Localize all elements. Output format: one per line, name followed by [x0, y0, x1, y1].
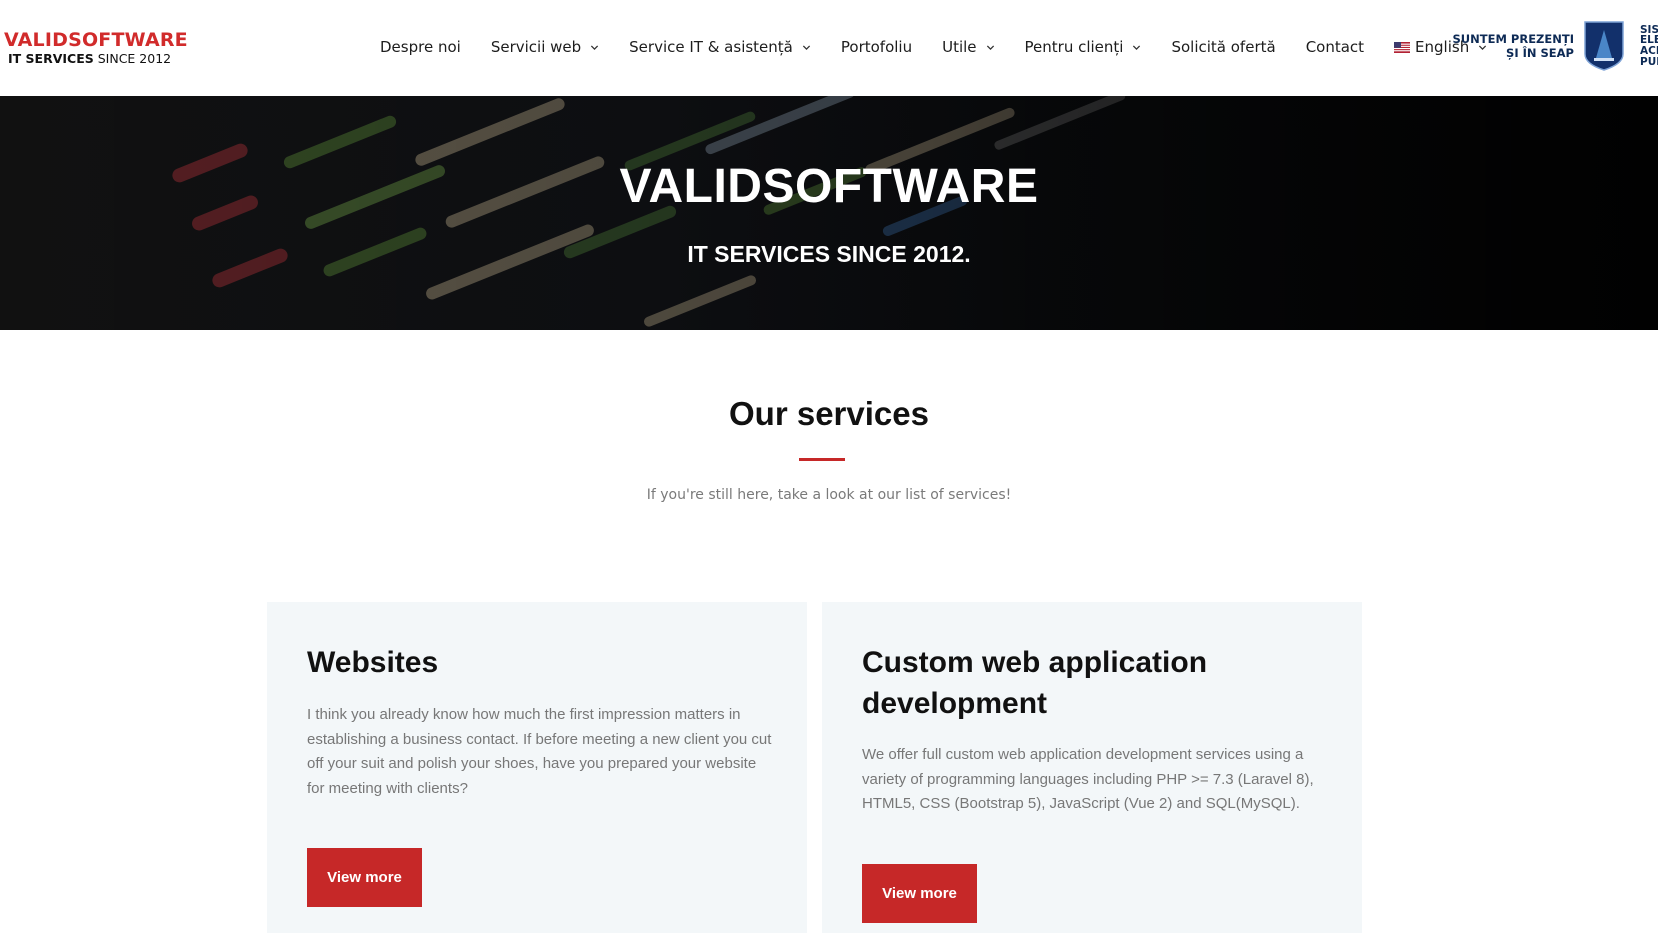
seap-side-text: SIST ELEC ACHI PUBL — [1640, 25, 1658, 68]
nav-item-label: Contact — [1305, 38, 1365, 56]
nav-item-label: Utile — [942, 38, 977, 56]
seap-side-line: PUBL — [1640, 55, 1658, 68]
seap-line-2: ȘI ÎN SEAP — [1506, 46, 1574, 60]
site-logo[interactable]: VALIDSOFTWARE IT SERVICES SINCE 2012 — [4, 31, 188, 66]
nav-item-label: Solicită ofertă — [1171, 38, 1276, 56]
nav-item-utile[interactable]: Utile — [942, 38, 994, 56]
nav-item-label: Despre noi — [380, 38, 461, 56]
nav-item-portofoliu[interactable]: Portofoliu — [841, 38, 912, 56]
service-card-text: I think you already know how much the fi… — [307, 706, 772, 797]
service-card-title: Websites — [307, 646, 439, 679]
logo-tagline-rest: SINCE 2012 — [93, 51, 172, 66]
seap-badge-link[interactable]: SUNTEM PREZENȚI ȘI ÎN SEAP SIST ELEC ACH… — [1453, 20, 1658, 72]
seap-shield-icon — [1584, 21, 1624, 71]
nav-item-contact[interactable]: Contact — [1306, 38, 1364, 56]
site-header: VALIDSOFTWARE IT SERVICES SINCE 2012 Des… — [0, 0, 1658, 96]
hero-banner: VALIDSOFTWARE IT SERVICES SINCE 2012. — [0, 96, 1658, 330]
service-card-title: Custom web application development — [862, 646, 1208, 720]
nav-item-label: Portofoliu — [840, 38, 913, 56]
logo-tagline-bold: IT SERVICES — [8, 51, 94, 66]
nav-item-solicita-oferta[interactable]: Solicită ofertă — [1171, 38, 1275, 56]
service-card-custom-web-apps: Custom web application development We of… — [822, 602, 1362, 933]
nav-item-despre-noi[interactable]: Despre noi — [380, 38, 461, 56]
logo-tagline: IT SERVICES SINCE 2012 — [8, 51, 188, 66]
services-title: Our services — [729, 395, 929, 432]
nav-item-label: Service IT & asistență — [629, 38, 793, 56]
service-card-websites: Websites I think you already know how mu… — [267, 602, 807, 933]
nav-item-label: Servicii web — [490, 38, 582, 56]
view-more-button[interactable]: View more — [862, 864, 977, 923]
seap-text: SUNTEM PREZENȚI ȘI ÎN SEAP — [1453, 32, 1574, 61]
chevron-down-icon — [802, 44, 810, 50]
services-title-divider — [799, 458, 845, 461]
nav-item-pentru-clienti[interactable]: Pentru clienți — [1025, 38, 1142, 56]
service-card-text: We offer full custom web application dev… — [862, 746, 1314, 812]
chevron-down-icon — [1133, 44, 1141, 50]
hero-title: VALIDSOFTWARE — [619, 160, 1039, 213]
nav-item-label: Pentru clienți — [1024, 38, 1124, 56]
chevron-down-icon — [591, 44, 599, 50]
view-more-button[interactable]: View more — [307, 848, 422, 907]
main-nav: Despre noi Servicii web Service IT & asi… — [380, 38, 1517, 56]
hero-subtitle: IT SERVICES SINCE 2012. — [687, 241, 971, 267]
services-description: If you're still here, take a look at our… — [646, 487, 1012, 503]
chevron-down-icon — [986, 44, 994, 50]
nav-item-service-it[interactable]: Service IT & asistență — [629, 38, 811, 56]
us-flag-icon — [1394, 41, 1411, 53]
logo-brand-name: VALIDSOFTWARE — [4, 29, 188, 51]
seap-line-1: SUNTEM PREZENȚI — [1452, 31, 1574, 46]
nav-item-servicii-web[interactable]: Servicii web — [491, 38, 599, 56]
